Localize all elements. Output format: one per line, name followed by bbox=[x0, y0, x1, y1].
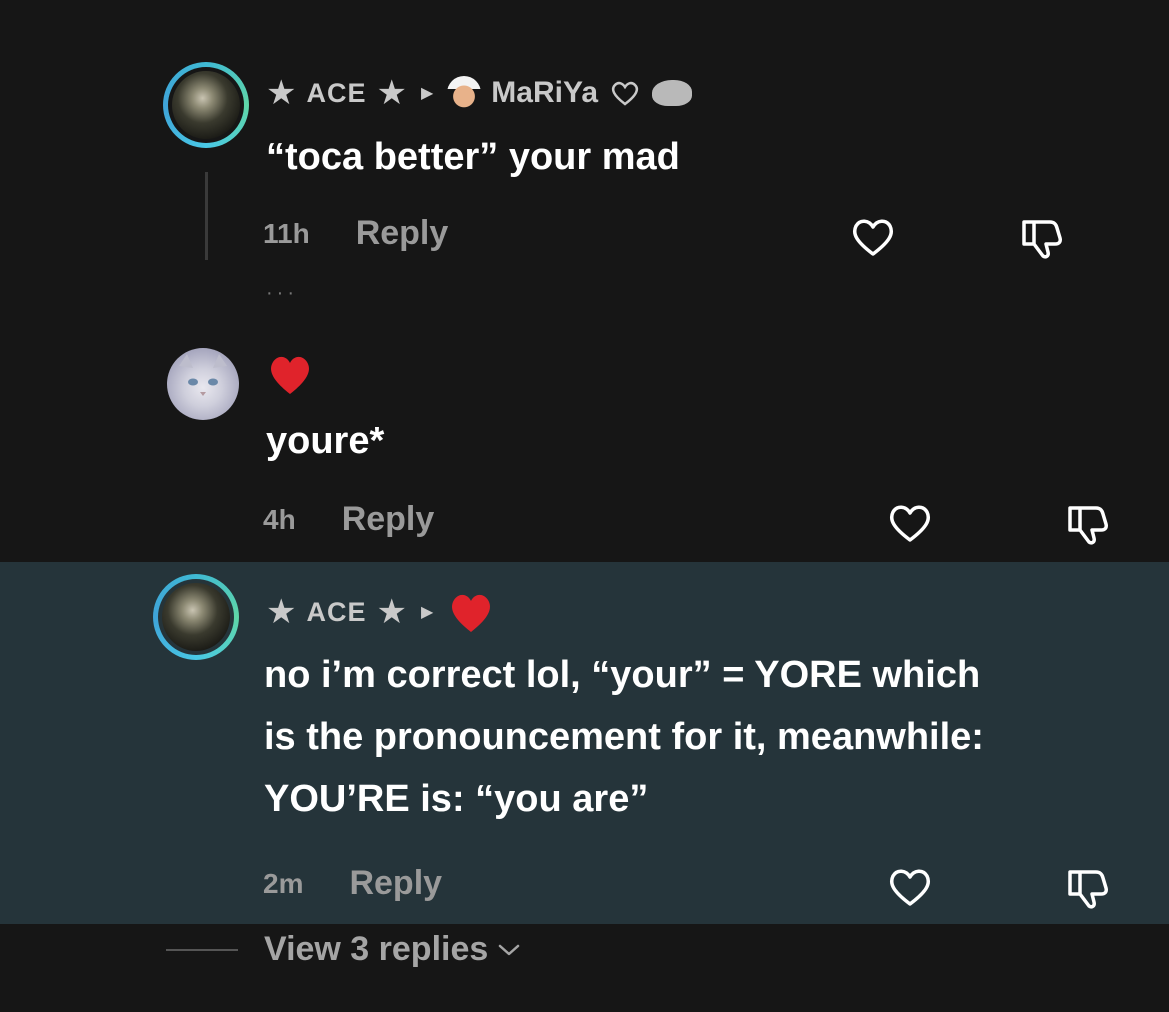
timestamp: 2m bbox=[263, 867, 304, 899]
star-icon: ★ bbox=[376, 593, 407, 631]
divider bbox=[166, 948, 238, 951]
comment-header: ★ ACE ★ ▶ MaRiYa bbox=[266, 74, 693, 112]
comment-text-line: is the pronouncement for it, meanwhile: bbox=[264, 716, 984, 758]
comment-item-highlighted: ★ ACE ★ ▶ no i’m correct lol, “your” = Y… bbox=[0, 562, 1169, 924]
chef-emoji-icon bbox=[447, 76, 482, 110]
comment-meta: 11h Reply bbox=[263, 214, 448, 253]
dislike-thumb-icon[interactable] bbox=[1016, 210, 1068, 262]
caret-right-icon: ▶ bbox=[420, 85, 434, 102]
comment-meta: 2m Reply bbox=[263, 864, 442, 903]
caret-right-icon: ▶ bbox=[420, 604, 434, 621]
comment-text: no i’m correct lol, “your” = YORE which … bbox=[264, 644, 984, 830]
comment-text-line: no i’m correct lol, “your” = YORE which bbox=[264, 654, 981, 696]
comment-header bbox=[266, 352, 314, 396]
avatar-photo bbox=[172, 71, 240, 139]
comment-header: ★ ACE ★ ▶ bbox=[266, 590, 495, 634]
view-replies-button[interactable]: View 3 replies bbox=[166, 930, 522, 969]
timestamp: 11h bbox=[263, 217, 310, 249]
dislike-thumb-icon[interactable] bbox=[1062, 496, 1114, 548]
chevron-down-icon[interactable] bbox=[496, 941, 522, 959]
rat-emoji-icon bbox=[652, 80, 693, 106]
heart-outline-emoji-icon bbox=[611, 81, 639, 106]
star-icon: ★ bbox=[376, 74, 407, 112]
reply-button[interactable]: Reply bbox=[349, 864, 442, 903]
view-replies-label[interactable]: View 3 replies bbox=[264, 930, 488, 969]
red-heart-icon[interactable] bbox=[266, 352, 314, 396]
comment-item: youre* 4h Reply bbox=[0, 300, 1169, 562]
red-heart-icon[interactable] bbox=[447, 590, 495, 634]
reply-to-name[interactable]: MaRiYa bbox=[491, 76, 598, 110]
comment-meta: 4h Reply bbox=[263, 500, 434, 539]
thread-line bbox=[205, 172, 208, 260]
cat-avatar-image bbox=[179, 354, 227, 396]
like-heart-icon[interactable] bbox=[847, 210, 899, 262]
star-icon: ★ bbox=[266, 74, 297, 112]
avatar[interactable] bbox=[163, 62, 249, 148]
comment-thread: ★ ACE ★ ▶ MaRiYa “toca better” your mad … bbox=[0, 0, 1169, 1012]
star-icon: ★ bbox=[266, 593, 297, 631]
collapsed-indicator: ··· bbox=[266, 282, 298, 304]
like-heart-icon[interactable] bbox=[884, 496, 936, 548]
reply-button[interactable]: Reply bbox=[342, 500, 435, 539]
comment-text-line: YOU’RE is: “you are” bbox=[264, 778, 649, 820]
comment-item: ★ ACE ★ ▶ MaRiYa “toca better” your mad … bbox=[0, 0, 1169, 304]
avatar[interactable] bbox=[153, 574, 239, 660]
avatar[interactable] bbox=[167, 348, 239, 420]
reply-button[interactable]: Reply bbox=[356, 214, 449, 253]
author-name[interactable]: ACE bbox=[306, 78, 366, 109]
dislike-thumb-icon[interactable] bbox=[1062, 860, 1114, 912]
comment-text: youre* bbox=[266, 420, 385, 462]
timestamp: 4h bbox=[263, 503, 296, 535]
like-heart-icon[interactable] bbox=[884, 860, 936, 912]
comment-text: “toca better” your mad bbox=[266, 136, 680, 178]
avatar-photo bbox=[162, 583, 230, 651]
author-name[interactable]: ACE bbox=[306, 597, 366, 628]
